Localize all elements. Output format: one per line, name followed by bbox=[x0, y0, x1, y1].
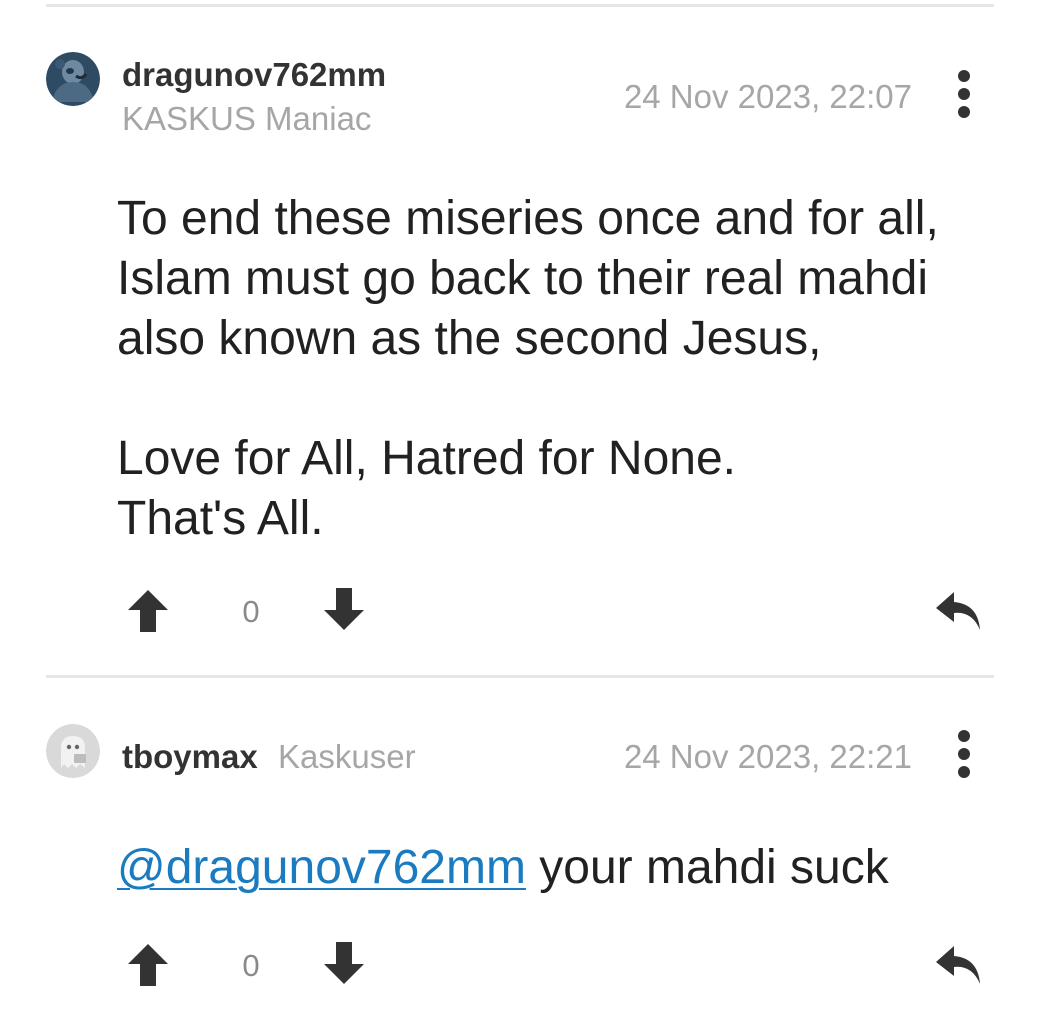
vote-bar: 0 bbox=[0, 934, 1040, 994]
comment-body: @dragunov762mm your mahdi suck bbox=[117, 838, 997, 898]
comment-blank-line bbox=[117, 369, 997, 429]
reply-button[interactable] bbox=[932, 584, 984, 636]
username[interactable]: dragunov762mm bbox=[122, 56, 386, 94]
arrow-up-icon bbox=[128, 590, 168, 632]
more-vertical-icon bbox=[958, 730, 970, 778]
vote-bar: 0 bbox=[0, 580, 1040, 640]
reply-button[interactable] bbox=[932, 938, 984, 990]
comment-post: tboymax Kaskuser 24 Nov 2023, 22:21 @dra… bbox=[0, 678, 1040, 1024]
user-rank: Kaskuser bbox=[278, 738, 416, 775]
comment-line: @dragunov762mm your mahdi suck bbox=[117, 838, 997, 898]
vote-count: 0 bbox=[242, 594, 260, 629]
comment-line: That's All. bbox=[117, 492, 324, 545]
comment-post: dragunov762mm KASKUS Maniac 24 Nov 2023,… bbox=[0, 0, 1040, 675]
default-ghost-avatar-icon bbox=[46, 724, 100, 778]
upvote-button[interactable] bbox=[122, 584, 174, 636]
comment-line: also known as the second Jesus, bbox=[117, 312, 822, 365]
avatar[interactable] bbox=[46, 724, 100, 778]
reply-icon bbox=[936, 946, 980, 984]
comment-text: your mahdi suck bbox=[525, 841, 889, 894]
comment-line: Islam must go back to their real mahdi bbox=[117, 252, 929, 305]
more-vertical-icon bbox=[958, 70, 970, 118]
downvote-button[interactable] bbox=[318, 938, 370, 990]
comment-line: Love for All, Hatred for None. bbox=[117, 432, 736, 485]
more-options-button[interactable] bbox=[946, 62, 982, 126]
arrow-down-icon bbox=[324, 588, 364, 630]
avatar[interactable] bbox=[46, 52, 100, 106]
vote-count: 0 bbox=[242, 948, 260, 983]
user-rank: KASKUS Maniac bbox=[122, 100, 372, 137]
post-timestamp: 24 Nov 2023, 22:21 bbox=[623, 738, 912, 775]
more-options-button[interactable] bbox=[946, 722, 982, 786]
arrow-up-icon bbox=[128, 944, 168, 986]
comment-body: To end these miseries once and for all, … bbox=[117, 189, 997, 549]
arrow-down-icon bbox=[324, 942, 364, 984]
user-avatar-photo-icon bbox=[46, 52, 100, 106]
username[interactable]: tboymax bbox=[122, 738, 258, 776]
downvote-button[interactable] bbox=[318, 584, 370, 636]
user-mention-link[interactable]: @dragunov762mm bbox=[117, 841, 526, 894]
upvote-button[interactable] bbox=[122, 938, 174, 990]
comment-line: To end these miseries once and for all, bbox=[117, 192, 939, 245]
reply-icon bbox=[936, 592, 980, 630]
post-timestamp: 24 Nov 2023, 22:07 bbox=[623, 78, 912, 115]
